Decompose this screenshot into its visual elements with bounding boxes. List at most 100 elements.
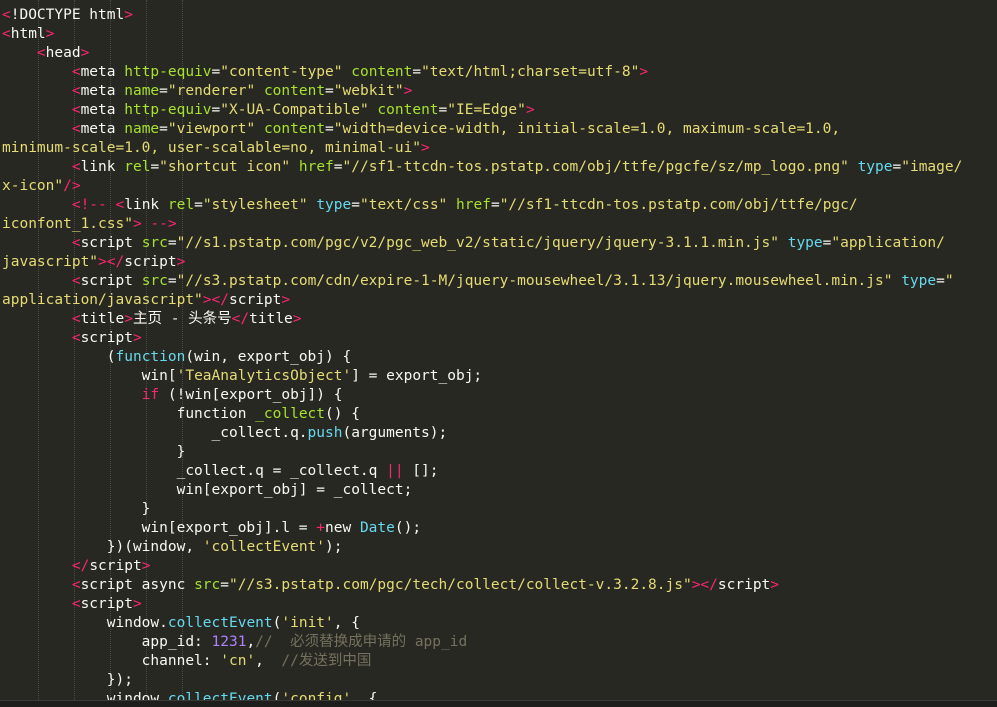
code-line[interactable]: <!-- <link rel="stylesheet" type="text/c…	[0, 196, 858, 215]
code-token: <	[71, 83, 81, 99]
code-line[interactable]: <html>	[0, 25, 54, 44]
code-line[interactable]: <title>主页 - 头条号</title>	[0, 310, 302, 329]
code-token: 'init'	[281, 615, 334, 631]
code-line[interactable]: })(window, 'collectEvent');	[0, 538, 343, 557]
code-token: html	[10, 26, 46, 42]
code-token: =	[892, 159, 902, 175]
code-token: type	[787, 235, 823, 251]
code-token: src	[194, 577, 221, 593]
code-line[interactable]: if (!win[export_obj]) {	[0, 386, 343, 405]
code-token: function	[2, 406, 256, 422]
code-token: =	[211, 64, 221, 80]
code-token: new	[325, 520, 360, 536]
code-token: <	[71, 102, 81, 118]
code-token: =	[167, 273, 177, 289]
code-token: collectEvent	[167, 691, 273, 700]
code-token: javascript"	[2, 254, 99, 270]
code-token: "	[944, 273, 954, 289]
code-line[interactable]: application/javascript"></script>	[0, 291, 290, 310]
code-token: =	[167, 235, 177, 251]
code-token: title	[80, 311, 125, 327]
code-token: <	[71, 311, 81, 327]
code-line[interactable]: <meta name="renderer" content="webkit">	[0, 82, 413, 101]
code-token: [];	[403, 463, 439, 479]
code-line[interactable]: </script>	[0, 557, 151, 576]
code-line[interactable]: win[export_obj].l = +new Date();	[0, 519, 421, 538]
code-token: =	[159, 83, 168, 99]
code-line[interactable]: <script src="//s1.pstatp.com/pgc/v2/pgc_…	[0, 234, 945, 253]
code-token: "image/	[901, 159, 963, 175]
code-line[interactable]: _collect.q.push(arguments);	[0, 424, 448, 443]
code-token: meta	[80, 83, 125, 99]
code-token: })(window,	[2, 539, 203, 555]
code-line[interactable]: win[export_obj] = _collect;	[0, 481, 413, 500]
code-token: head	[45, 45, 81, 61]
code-line[interactable]: <meta name="viewport" content="width=dev…	[0, 120, 840, 139]
code-token: =	[490, 197, 500, 213]
code-token: ></	[98, 254, 125, 270]
code-token: ,	[255, 653, 282, 669]
code-token: win[export_obj] = _collect;	[2, 482, 413, 498]
code-token: iconfont_1.css"	[2, 216, 133, 232]
code-line[interactable]: <script>	[0, 595, 142, 614]
code-line[interactable]: <head>	[0, 44, 89, 63]
code-line[interactable]: <!DOCTYPE html>	[0, 6, 133, 25]
code-token: content	[377, 102, 439, 118]
code-line[interactable]: <script async src="//s3.pstatp.com/pgc/t…	[0, 576, 779, 595]
code-token: > -->	[132, 216, 177, 232]
code-line[interactable]: <script src="//s3.pstatp.com/cdn/expire-…	[0, 272, 954, 291]
code-token: >	[421, 140, 430, 156]
code-editor[interactable]: <!DOCTYPE html> <html> <head> <meta http-…	[0, 0, 997, 700]
code-line[interactable]: channel: 'cn', //发送到中国	[0, 652, 372, 671]
code-token: }	[2, 501, 151, 517]
code-token: >	[45, 26, 55, 42]
code-token: , {	[351, 691, 378, 700]
code-line[interactable]: window.collectEvent('init', {	[0, 614, 360, 633]
code-token: (!win[export_obj]) {	[159, 387, 343, 403]
code-token: x-icon"	[2, 178, 64, 194]
code-line[interactable]: function _collect() {	[0, 405, 360, 424]
code-line[interactable]: window.collectEvent('config', {	[0, 690, 378, 700]
code-token: app_id:	[2, 634, 212, 650]
code-line[interactable]: }	[0, 443, 186, 462]
code-line[interactable]: win['TeaAnalyticsObject'] = export_obj;	[0, 367, 483, 386]
code-token: src	[141, 235, 168, 251]
code-line[interactable]: iconfont_1.css"> -->	[0, 215, 177, 234]
code-line[interactable]: (function(win, export_obj) {	[0, 348, 351, 367]
code-token: <	[71, 235, 81, 251]
code-token: <	[71, 330, 81, 346]
code-line[interactable]: minimum-scale=1.0, user-scalable=no, min…	[0, 139, 430, 158]
code-token: minimum-scale=1.0, user-scalable=no, min…	[2, 140, 422, 156]
code-token: >	[80, 45, 90, 61]
code-line[interactable]: <link rel="shortcut icon" href="//sf1-tt…	[0, 158, 963, 177]
code-token: // 必须替换成申请的 app_id	[255, 634, 468, 650]
code-line[interactable]: });	[0, 671, 133, 690]
code-line[interactable]: javascript"></script>	[0, 253, 185, 272]
code-line[interactable]: }	[0, 500, 151, 519]
code-token: script	[80, 235, 142, 251]
code-token: content	[263, 121, 326, 137]
code-token: script	[229, 292, 282, 308]
code-token: "content-type"	[220, 64, 343, 80]
code-line[interactable]: _collect.q = _collect.q || [];	[0, 462, 439, 481]
code-line[interactable]: app_id: 1231,// 必须替换成申请的 app_id	[0, 633, 468, 652]
code-line[interactable]: x-icon"/>	[0, 177, 81, 196]
code-token: });	[2, 672, 133, 688]
code-token: src	[141, 273, 168, 289]
code-token: if	[141, 387, 160, 403]
code-line[interactable]: <meta http-equiv="X-UA-Compatible" conte…	[0, 101, 535, 120]
code-token: "text/html;charset=utf-8"	[421, 64, 640, 80]
code-token: 'config'	[281, 691, 352, 700]
code-token: 'cn'	[220, 653, 256, 669]
code-token: rel	[124, 159, 151, 175]
code-line[interactable]: <meta http-equiv="content-type" content=…	[0, 63, 648, 82]
code-line[interactable]: <script>	[0, 329, 142, 348]
